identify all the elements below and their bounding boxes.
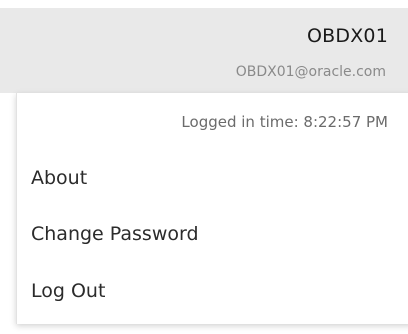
- menu-item-about[interactable]: About: [31, 167, 87, 189]
- logged-in-time: Logged in time: 8:22:57 PM: [181, 113, 388, 131]
- user-email: OBDX01@oracle.com: [235, 64, 386, 80]
- user-dropdown-menu: Logged in time: 8:22:57 PM About Change …: [16, 93, 408, 324]
- menu-item-log-out[interactable]: Log Out: [31, 280, 105, 302]
- user-profile-header: OBDX01 OBDX01@oracle.com: [0, 8, 408, 93]
- top-strip: [0, 0, 408, 8]
- user-name: OBDX01: [306, 25, 388, 47]
- menu-item-change-password[interactable]: Change Password: [31, 223, 199, 245]
